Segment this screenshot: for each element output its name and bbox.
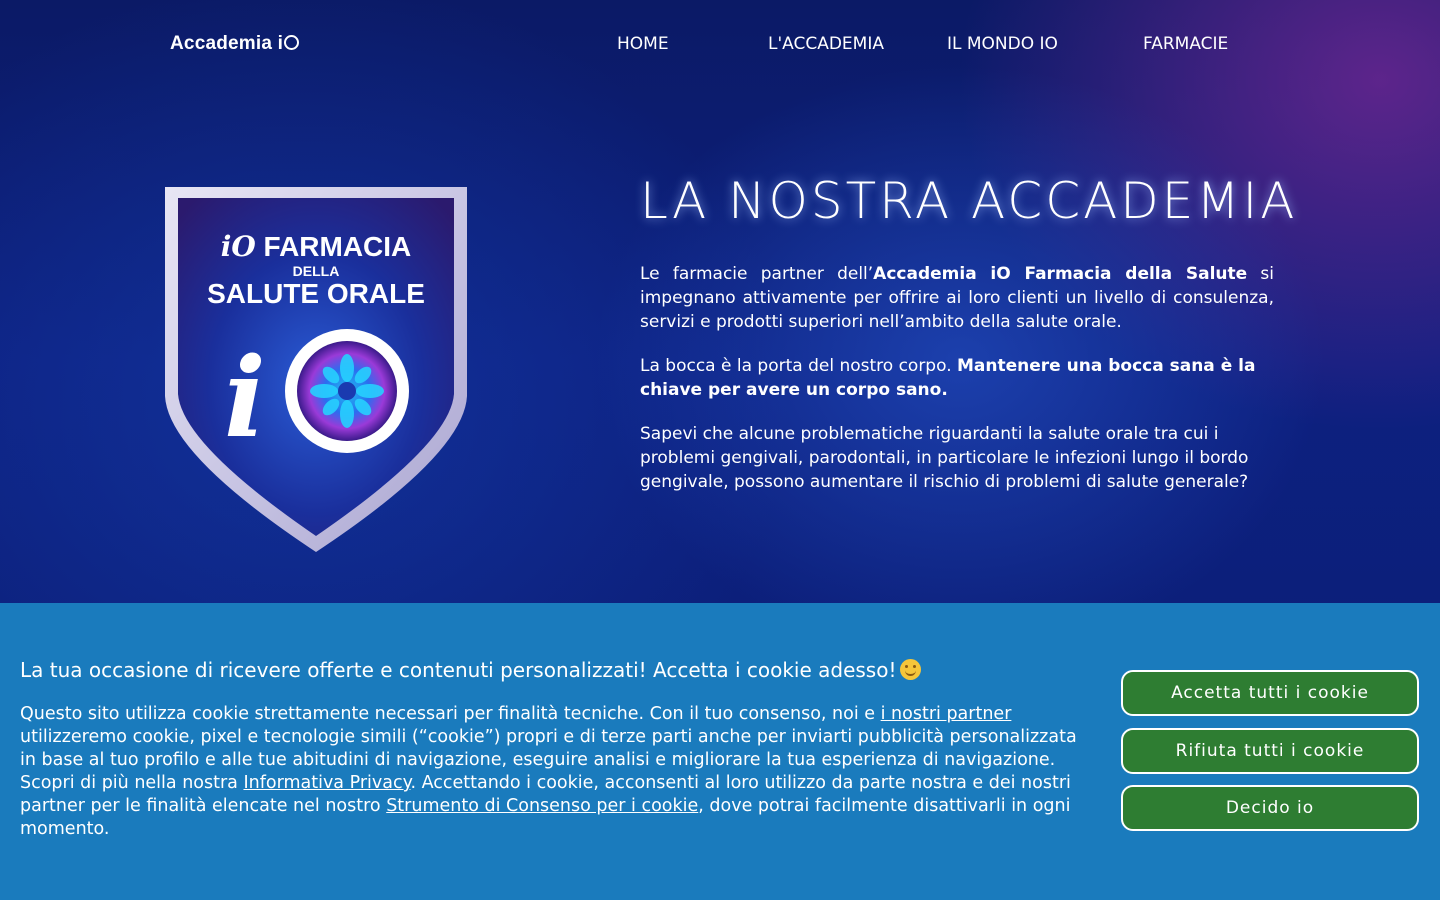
- site-logo[interactable]: Accademia i: [170, 33, 300, 55]
- badge-line-2: DELLA: [292, 263, 340, 279]
- cookie-banner: La tua occasione di ricevere offerte e c…: [0, 603, 1440, 900]
- reject-all-cookies-button[interactable]: Rifiuta tutti i cookie: [1121, 728, 1419, 774]
- partners-link[interactable]: i nostri partner: [881, 704, 1012, 724]
- nav-home[interactable]: HOME: [617, 34, 669, 54]
- nav-mondo-io[interactable]: IL MONDO IO: [947, 34, 1058, 54]
- cookie-title: La tua occasione di ricevere offerte e c…: [20, 658, 922, 682]
- p1-text-bold: Accademia iO Farmacia della Salute: [873, 264, 1248, 284]
- logo-o-ring: [284, 35, 300, 50]
- privacy-policy-link[interactable]: Informativa Privacy: [243, 773, 410, 793]
- customize-cookies-button[interactable]: Decido io: [1121, 785, 1419, 831]
- intro-paragraph: Le farmacie partner dell’Accademia iO Fa…: [640, 262, 1274, 334]
- accept-all-cookies-button[interactable]: Accetta tutti i cookie: [1121, 670, 1419, 716]
- consent-tool-link[interactable]: Strumento di Consenso per i cookie: [386, 796, 698, 816]
- oral-health-paragraph: Sapevi che alcune problematiche riguarda…: [640, 424, 1249, 492]
- badge-io-mark: iO: [220, 230, 256, 263]
- badge-line-3: SALUTE ORALE: [207, 278, 425, 309]
- farmacia-salute-orale-badge: i iO FARMACIA DELLA SALUTE ORALE: [164, 186, 468, 554]
- badge-line-1: iO FARMACIA: [164, 230, 468, 263]
- nav-farmacie[interactable]: FARMACIE: [1143, 34, 1228, 54]
- logo-text: Accademia i: [170, 33, 284, 54]
- smiling-face-icon: [900, 659, 922, 680]
- cookie-body-1: Questo sito utilizza cookie strettamente…: [20, 704, 881, 724]
- p2-text-a: La bocca è la porta del nostro corpo.: [640, 356, 958, 376]
- mouth-paragraph: La bocca è la porta del nostro corpo. Ma…: [640, 354, 1274, 402]
- badge-farmacia: FARMACIA: [263, 231, 412, 262]
- cookie-description: Questo sito utilizza cookie strettamente…: [20, 703, 1080, 841]
- page-title: LA NOSTRA ACCADEMIA: [640, 172, 1298, 230]
- cookie-title-text: La tua occasione di ricevere offerte e c…: [20, 658, 897, 682]
- svg-text:i: i: [224, 333, 266, 462]
- nav-accademia[interactable]: L'ACCADEMIA: [768, 34, 884, 54]
- p1-text-a: Le farmacie partner dell’: [640, 264, 874, 284]
